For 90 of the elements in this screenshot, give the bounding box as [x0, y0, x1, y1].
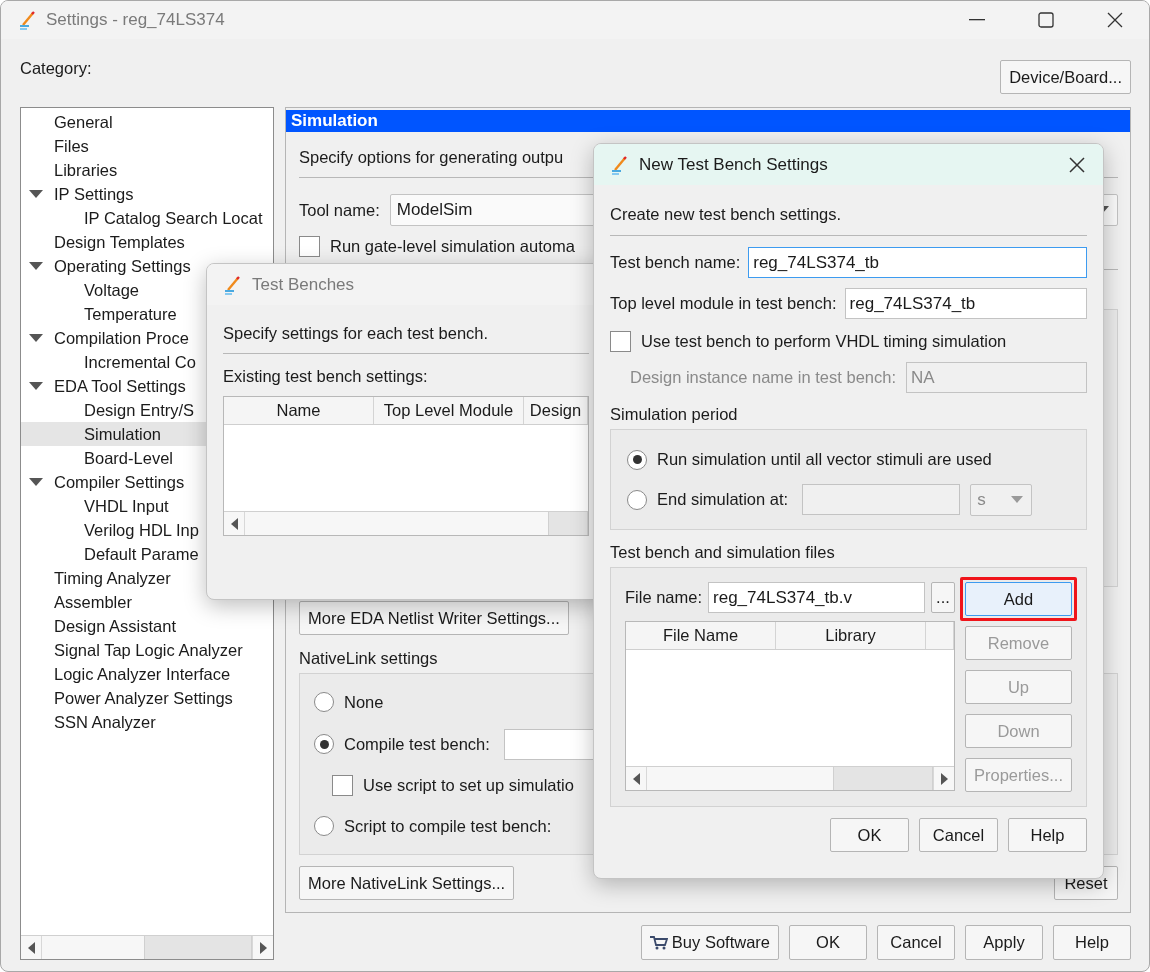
horizontal-scrollbar[interactable] — [224, 511, 588, 535]
caret-icon — [1011, 495, 1024, 504]
nativelink-settings-button[interactable]: More NativeLink Settings... — [299, 866, 515, 900]
browse-button[interactable]: ... — [931, 582, 955, 613]
tree-item[interactable]: IP Settings — [21, 182, 273, 206]
option-label: Script to compile test bench: — [344, 816, 552, 836]
dialog-button[interactable]: Cancel — [877, 925, 955, 960]
file-action-button[interactable]: Add — [965, 582, 1072, 616]
dialog-button[interactable]: Help — [1053, 925, 1131, 960]
radio-button[interactable] — [627, 489, 647, 510]
checkbox-label: Use script to set up simulatio — [363, 775, 574, 795]
checkbox[interactable] — [332, 774, 353, 796]
section-title: Simulation period — [610, 405, 738, 424]
tree-item[interactable]: Signal Tap Logic Analyzer — [21, 638, 273, 662]
field-label: File name: — [625, 588, 703, 607]
dialog-title: New Test Bench Settings — [639, 154, 828, 175]
cart-icon — [649, 935, 668, 950]
dialog-button[interactable]: OK — [789, 925, 867, 960]
text-field[interactable]: reg_74LS374_tb — [748, 247, 1087, 278]
dialog-description: Create new test bench settings. — [610, 205, 842, 224]
dropdown-value: ModelSim — [396, 200, 473, 220]
expand-arrow-icon[interactable] — [29, 381, 43, 391]
checkbox[interactable] — [299, 236, 320, 257]
expand-arrow-icon[interactable] — [29, 189, 43, 199]
column-header[interactable]: Name — [224, 397, 374, 424]
horizontal-scrollbar[interactable] — [626, 766, 954, 790]
tree-item[interactable]: Design Templates — [21, 230, 273, 254]
expand-arrow-icon[interactable] — [29, 477, 43, 487]
left-arrow-icon[interactable] — [632, 772, 640, 785]
tool-name-label: Tool name: — [299, 200, 380, 220]
tree-item[interactable]: Design Assistant — [21, 614, 273, 638]
column-header[interactable]: File Name — [626, 622, 776, 649]
text-field[interactable]: reg_74LS374_tb — [844, 288, 1087, 319]
option-label: Run simulation until all vector stimuli are used — [657, 450, 992, 469]
field-label: Top level module in test bench: — [610, 294, 837, 313]
dialog-button[interactable]: Apply — [965, 925, 1043, 960]
text-field[interactable] — [802, 484, 961, 515]
section-title: Test bench and simulation files — [610, 543, 835, 562]
tree-item[interactable]: Libraries — [21, 158, 273, 182]
checkbox[interactable] — [610, 331, 631, 352]
section-title: NativeLink settings — [299, 649, 438, 668]
option-label: End simulation at: — [657, 490, 789, 509]
radio-button[interactable] — [314, 692, 334, 712]
right-arrow-icon[interactable] — [940, 772, 948, 785]
column-header[interactable]: Top Level Module — [374, 397, 524, 424]
dialog-button[interactable]: Cancel — [919, 818, 998, 852]
close-icon — [1106, 12, 1123, 28]
column-header[interactable]: Design — [524, 397, 588, 424]
tree-item[interactable]: Files — [21, 134, 273, 158]
left-arrow-icon[interactable] — [27, 941, 35, 954]
option-label: Compile test bench: — [344, 734, 490, 754]
tree-item[interactable]: Logic Analyzer Interface — [21, 662, 273, 686]
maximize-icon — [1037, 12, 1054, 28]
close-icon — [1069, 156, 1085, 173]
minimize-icon — [968, 19, 985, 21]
expand-arrow-icon[interactable] — [29, 333, 43, 343]
tree-item[interactable]: Assembler — [21, 590, 273, 614]
expand-arrow-icon[interactable] — [29, 261, 43, 271]
left-arrow-icon[interactable] — [230, 517, 238, 530]
checkbox-label: Use test bench to perform VHDL timing simulation — [641, 332, 1007, 351]
radio-button[interactable] — [627, 449, 647, 470]
field-label: Design instance name in test bench: — [630, 368, 896, 387]
panel-title: Simulation — [286, 110, 1130, 132]
right-arrow-icon[interactable] — [259, 941, 267, 954]
dialog-button[interactable]: Help — [1008, 818, 1087, 852]
pencil-icon — [18, 10, 38, 30]
list-label: Existing test bench settings: — [223, 367, 428, 386]
pencil-icon — [610, 154, 630, 175]
window-title: Settings - reg_74LS374 — [46, 10, 225, 30]
tree-item[interactable]: Compiler Settings — [21, 470, 273, 494]
tree-item[interactable]: SSN Analyzer — [21, 710, 273, 734]
eda-settings-button[interactable]: More EDA Netlist Writer Settings... — [299, 601, 569, 635]
tree-item[interactable]: IP Catalog Search Locat — [21, 206, 273, 230]
tree-item[interactable]: Power Analyzer Settings — [21, 686, 273, 710]
radio-button[interactable] — [314, 816, 334, 836]
pencil-icon — [223, 274, 243, 295]
field-label: Test bench name: — [610, 253, 741, 272]
horizontal-scrollbar[interactable] — [21, 935, 273, 959]
radio-button[interactable] — [314, 734, 334, 754]
checkbox-label: Run gate-level simulation automa — [330, 237, 575, 256]
dialog-description: Specify settings for each test bench. — [223, 324, 489, 343]
device-board-button[interactable]: Device/Board... — [1000, 60, 1131, 94]
text-field[interactable]: reg_74LS374_tb.v — [708, 582, 925, 613]
panel-description: Specify options for generating outpu — [299, 148, 564, 167]
option-label: None — [344, 692, 384, 712]
buy-software-button[interactable]: Buy Software — [640, 925, 779, 960]
category-label: Category: — [20, 59, 92, 78]
column-header[interactable]: Library — [776, 622, 926, 649]
tree-item[interactable]: General — [21, 110, 273, 134]
dialog-button[interactable]: OK — [830, 818, 909, 852]
